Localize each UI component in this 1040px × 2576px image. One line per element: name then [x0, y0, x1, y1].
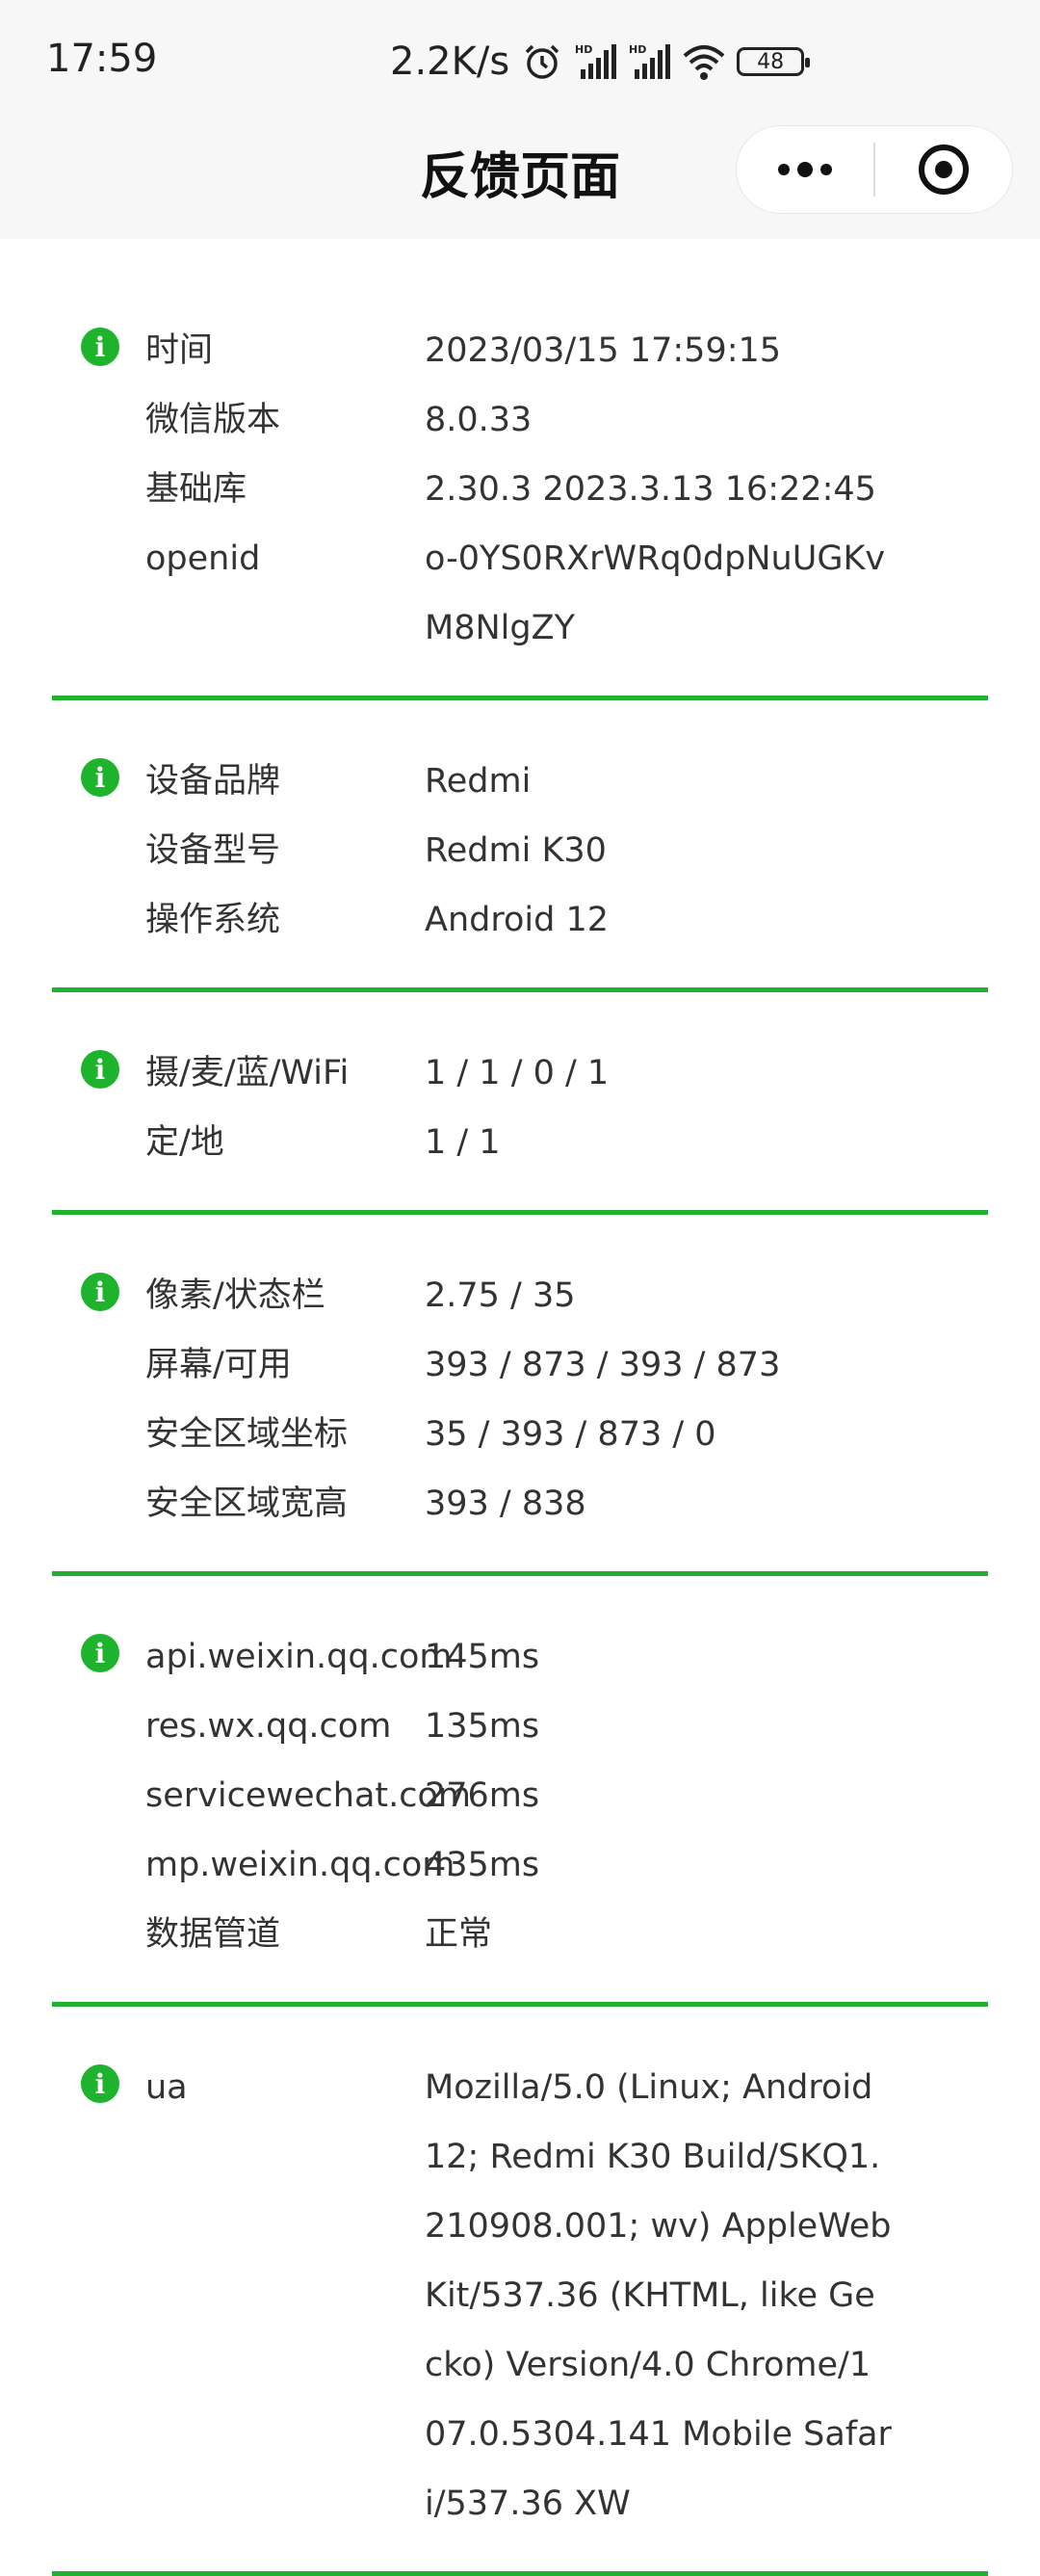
info-label: 安全区域宽高	[145, 1485, 349, 1523]
info-row: 操作系统 Android 12	[52, 885, 988, 955]
info-row: 安全区域坐标 35 / 393 / 873 / 0	[52, 1400, 988, 1469]
info-row: 屏幕/可用 393 / 873 / 393 / 873	[52, 1330, 988, 1400]
hd-signal-icon: HD	[575, 43, 617, 79]
info-icon	[81, 1634, 119, 1672]
feedback-content: 时间2023/03/15 17:59:15 微信版本 8.0.33 基础库 2.30.3…	[0, 239, 1040, 2576]
status-right: 2.2K/s HD HD 48	[390, 37, 811, 87]
svg-text:HD: HD	[629, 43, 646, 56]
info-row: 安全区域宽高 393 / 838	[52, 1469, 988, 1538]
info-value: Redmi	[425, 762, 532, 801]
info-section: 设备品牌Redmi 设备型号 Redmi K30 操作系统 Android 12	[52, 747, 988, 992]
svg-text:HD: HD	[575, 43, 592, 56]
hd-signal-icon-2: HD	[629, 43, 671, 79]
info-icon	[81, 1273, 119, 1311]
info-row: openid o-0YS0RXrWRq0dpNuUGKvM8NlgZY	[52, 524, 988, 663]
info-value: 145ms	[425, 1638, 540, 1676]
info-icon	[81, 758, 119, 797]
mini-program-capsule	[736, 125, 1013, 214]
alarm-icon	[525, 44, 559, 79]
info-row: api.weixin.qq.com 145ms	[52, 1622, 988, 1692]
info-value: 2023/03/15 17:59:15	[425, 331, 782, 370]
info-label: 数据管道	[145, 1915, 281, 1954]
info-row: 数据管道 正常	[52, 1900, 988, 1969]
info-section: 摄/麦/蓝/WiFi1 / 1 / 0 / 1 定/地 1 / 1	[52, 1038, 988, 1215]
info-row: 设备型号 Redmi K30	[52, 816, 988, 885]
wifi-icon	[683, 45, 725, 80]
battery-icon: 48	[737, 47, 811, 76]
info-row: res.wx.qq.com 135ms	[52, 1692, 988, 1761]
info-value: 135ms	[425, 1707, 540, 1746]
info-row: servicewechat.com 276ms	[52, 1761, 988, 1830]
info-row: 像素/状态栏 2.75 / 35	[52, 1261, 988, 1330]
battery-level: 48	[757, 49, 785, 74]
info-row: 定/地 1 / 1	[52, 1108, 988, 1177]
info-label: 设备型号	[145, 831, 281, 870]
info-section: 时间2023/03/15 17:59:15 微信版本 8.0.33 基础库 2.30.3…	[52, 316, 988, 700]
info-label: servicewechat.com	[145, 1776, 472, 1815]
info-row: 摄/麦/蓝/WiFi 1 / 1 / 0 / 1	[52, 1038, 988, 1108]
info-label: res.wx.qq.com	[145, 1707, 392, 1746]
info-icon	[81, 1050, 119, 1089]
info-label: 屏幕/可用	[145, 1346, 292, 1384]
nav-bar: 反馈页面	[0, 123, 1040, 239]
info-row: 基础库 2.30.3 2023.3.13 16:22:45	[52, 455, 988, 524]
info-value: 35 / 393 / 873 / 0	[425, 1415, 716, 1454]
info-value: Redmi K30	[425, 831, 607, 870]
info-row: 微信版本 8.0.33	[52, 385, 988, 455]
more-dots-icon[interactable]	[737, 125, 873, 214]
info-row: ua Mozilla/5.0 (Linux; Android 12; Redmi …	[52, 2053, 988, 2538]
info-row: 设备品牌 Redmi	[52, 747, 988, 816]
info-value: 276ms	[425, 1776, 540, 1815]
info-label: mp.weixin.qq.com	[145, 1846, 455, 1884]
info-value: 393 / 873 / 393 / 873	[425, 1346, 781, 1384]
info-value: o-0YS0RXrWRq0dpNuUGKvM8NlgZY	[425, 539, 886, 647]
info-value: 2.30.3 2023.3.13 16:22:45	[425, 470, 876, 509]
info-label: openid	[145, 539, 261, 578]
info-value: Android 12	[425, 901, 609, 939]
status-time: 17:59	[46, 37, 158, 81]
info-icon	[81, 328, 119, 366]
info-value: 393 / 838	[425, 1485, 586, 1523]
info-value: 1 / 1 / 0 / 1	[425, 1054, 610, 1092]
info-label: 基础库	[145, 470, 247, 509]
info-icon	[81, 2064, 119, 2103]
info-value: Mozilla/5.0 (Linux; Android 12; Redmi K3…	[425, 2068, 892, 2523]
info-label: 操作系统	[145, 901, 281, 939]
info-label: 定/地	[145, 1123, 224, 1162]
info-row: 时间 2023/03/15 17:59:15	[52, 316, 988, 385]
info-value: 435ms	[425, 1846, 540, 1884]
target-close-icon[interactable]	[875, 125, 1012, 214]
info-label: 微信版本	[145, 401, 281, 439]
net-speed: 2.2K/s	[390, 39, 510, 84]
info-section: api.weixin.qq.com145ms res.wx.qq.com 135ms…	[52, 1622, 988, 2007]
info-section: uaMozilla/5.0 (Linux; Android 12; Redmi …	[52, 2053, 988, 2576]
info-section: 像素/状态栏2.75 / 35 屏幕/可用 393 / 873 / 393 / 87…	[52, 1261, 988, 1576]
info-value: 1 / 1	[425, 1123, 501, 1162]
info-value: 8.0.33	[425, 401, 533, 439]
info-label: 安全区域坐标	[145, 1415, 349, 1454]
info-value: 正常	[425, 1915, 493, 1954]
status-bar: 17:59 2.2K/s HD HD 48	[0, 0, 1040, 123]
info-value: 2.75 / 35	[425, 1276, 576, 1315]
info-row: mp.weixin.qq.com 435ms	[52, 1830, 988, 1900]
